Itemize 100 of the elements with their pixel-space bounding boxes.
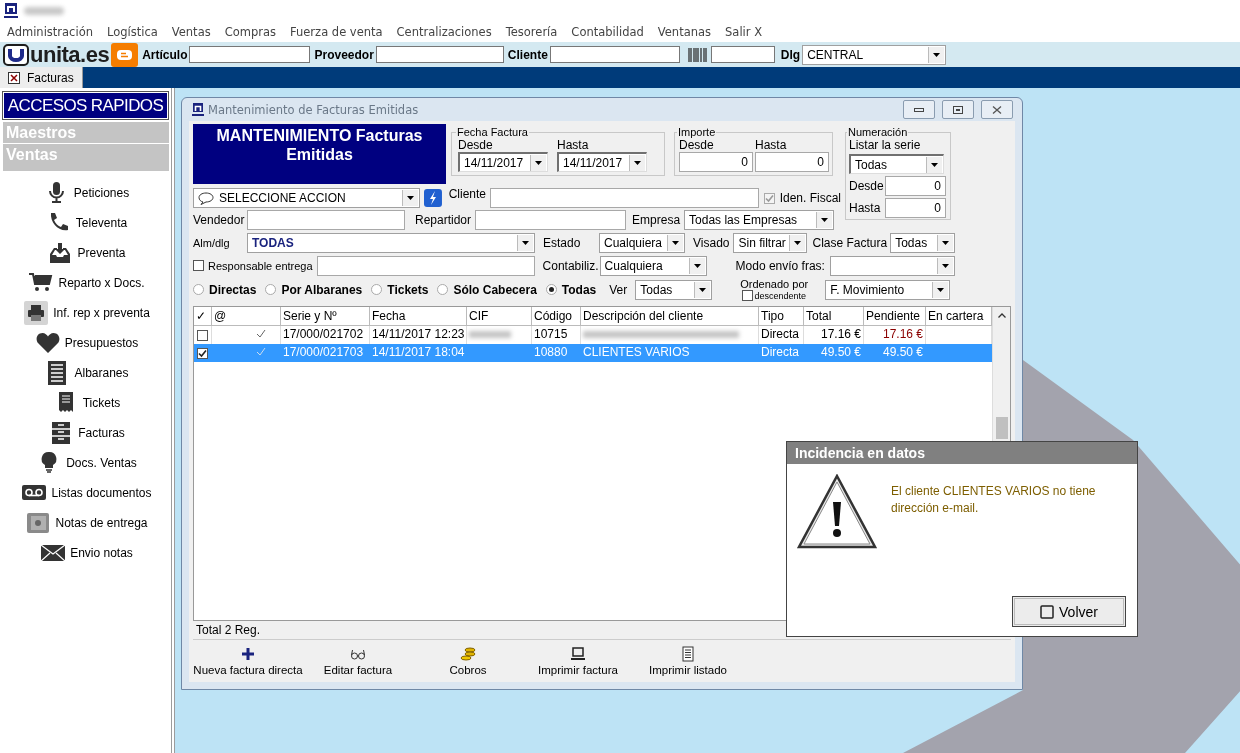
sidebar-item[interactable]: Inf. rep x preventa [53,306,150,320]
sidebar-item[interactable]: Presupuestos [64,336,139,350]
menu-item[interactable]: Contabilidad [571,25,644,39]
sidebar-item[interactable]: Peticiones [73,186,130,200]
field-label: Cliente [448,187,486,201]
amount-field[interactable]: 0 [755,152,829,172]
sidebar-item[interactable]: Notas de entrega [55,516,148,530]
sidebar-item[interactable]: Reparto x Docs. [58,276,145,290]
date-dropdown[interactable]: 14/11/2017 [557,152,647,172]
checkbox[interactable] [197,329,208,341]
view-dropdown[interactable]: Todas [635,279,713,300]
sidebar-item[interactable]: Facturas [78,426,125,440]
approval-dropdown[interactable]: Sin filtrar [733,232,808,253]
action-dropdown[interactable]: SELECCIONE ACCION [193,188,420,208]
radio-option[interactable]: Todas [545,282,597,297]
toolbar-button[interactable]: Editar factura [303,642,413,682]
menu-item[interactable]: Logística [106,25,158,39]
amount-field[interactable]: 0 [679,152,753,172]
sort-dropdown[interactable]: F. Movimiento [825,279,951,300]
minimize-button[interactable] [903,100,935,119]
column-header[interactable]: Total [804,307,864,326]
column-header[interactable]: Descripción del cliente [581,307,759,326]
lightning-button[interactable] [423,189,442,207]
input-field[interactable] [710,46,775,63]
dialog-message: El cliente CLIENTES VARIOS no tiene dirección e-mail. [891,483,1097,517]
table-cell: 49.50 € [882,345,923,359]
number-field[interactable]: 0 [885,176,946,196]
sidebar-item[interactable]: Listas documentos [51,486,152,500]
radio-option[interactable]: Por Albaranes [265,282,363,297]
column-header[interactable]: Fecha [370,307,467,326]
column-header[interactable]: ✓ [194,307,212,326]
heart-icon[interactable] [35,331,60,355]
date-group: Fecha Factura Desde 14/11/2017 Hasta 14/11/2017 [451,126,665,176]
field-label: Contabiliz. [542,258,600,273]
toolbar-button[interactable]: Nueva factura directa [193,642,303,682]
menu-item[interactable]: Salir X [725,25,763,39]
status-dropdown[interactable]: Cualquiera [599,232,685,253]
inbox-icon[interactable] [48,241,73,265]
checkbox[interactable] [197,347,208,359]
close-button[interactable] [981,100,1013,119]
toolbar-button[interactable]: Cobros [413,642,523,682]
menu-item[interactable]: Compras [224,25,276,39]
tab[interactable]: Facturas [0,67,83,88]
seller-field[interactable] [247,210,405,230]
number-field[interactable]: 0 [885,198,946,218]
menu-item[interactable]: Ventanas [657,25,712,39]
responsible-field[interactable] [316,255,535,276]
close-icon[interactable] [8,71,20,84]
accounting-dropdown[interactable]: Cualquiera [599,255,707,276]
menu-item[interactable]: Administración [7,25,93,39]
sidebar-item[interactable]: Preventa [77,246,126,260]
checkbox[interactable] [742,290,754,301]
checkbox-label: Iden. Fiscal [779,191,841,205]
speech-bubble-icon [198,191,214,205]
radio-option[interactable]: Directas [193,282,257,297]
column-header[interactable]: Tipo [759,307,804,326]
scroll-up-icon[interactable] [997,313,1006,318]
column-header[interactable]: @ [212,307,281,326]
company-dropdown[interactable]: Todas las Empresas [684,210,835,230]
column-header[interactable]: Código [532,307,581,326]
barcode-icon[interactable] [687,46,708,63]
column-header[interactable]: CIF [467,307,532,326]
invoice-class-dropdown[interactable]: Todas [890,232,956,253]
toolbar-button[interactable]: Imprimir factura [523,642,633,682]
safe-icon[interactable] [26,511,51,535]
blurred-text [469,331,511,338]
menu-item[interactable]: Ventas [171,25,211,39]
sidebar-item[interactable]: Envio notas [70,546,133,560]
back-button[interactable]: Volver [1012,596,1126,627]
warehouse-dropdown[interactable]: TODAS [247,232,535,253]
menu-item[interactable]: Tesorería [505,25,558,39]
input-field[interactable] [189,46,311,63]
sidebar-item[interactable]: Tickets [82,396,121,410]
table-cell: 17.16 € [820,327,861,341]
input-field[interactable] [549,46,680,63]
send-mode-dropdown[interactable] [829,255,955,276]
scrollbar-thumb[interactable] [996,417,1008,439]
maximize-button[interactable] [942,100,974,119]
radio-option[interactable]: Tickets [371,282,429,297]
checkbox[interactable] [193,260,204,271]
printer-icon[interactable] [24,301,49,325]
column-header[interactable]: Serie y Nº [281,307,370,326]
field-label: Listar la serie [849,138,922,152]
warning-icon [797,474,877,550]
client-field[interactable] [490,188,759,208]
input-field[interactable] [375,46,504,63]
radio-option[interactable]: Sólo Cabecera [437,282,537,297]
date-dropdown[interactable]: 14/11/2017 [458,152,548,172]
sidebar-item[interactable]: Docs. Ventas [66,456,137,470]
sidebar-item[interactable]: Televenta [75,216,128,230]
menu-item[interactable]: Fuerza de venta [290,25,383,39]
panel-title: ACCESOS RAPIDOS [3,92,168,119]
menu-item[interactable]: Centralizaciones [396,25,492,39]
delivery-person-field[interactable] [475,210,627,230]
sidebar-item[interactable]: Albaranes [74,366,129,380]
column-header[interactable]: Pendiente [864,307,926,326]
dlg-dropdown[interactable]: CENTRAL [802,44,947,65]
toolbar-button[interactable]: Imprimir listado [633,642,743,682]
series-dropdown[interactable]: Todas [849,154,944,174]
blogger-icon[interactable] [111,42,139,67]
